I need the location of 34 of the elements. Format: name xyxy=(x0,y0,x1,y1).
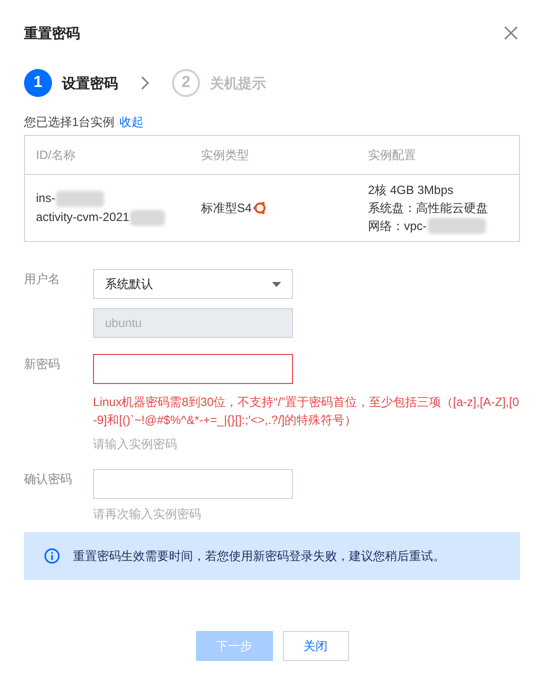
redaction-blur xyxy=(56,190,104,206)
close-button[interactable]: 关闭 xyxy=(282,631,348,661)
ubuntu-logo-icon xyxy=(252,201,267,215)
field-label: 用户名 xyxy=(24,272,60,286)
column-header: ID/名称 xyxy=(36,148,76,162)
column-header: 实例类型 xyxy=(201,148,249,162)
instance-config: 网络：vpc- xyxy=(368,218,427,235)
field-hint: 请输入实例密码 xyxy=(93,436,178,453)
error-message: Linux机器密码需8到30位，不支持“/”置于密码首位，至少包括三项（[a-z],[A-Z],[0-9]和[()`~!@#$%^&*-+=_|{}[]:;'<>,.?/]的特殊符号） xyxy=(93,394,520,429)
instance-id: activity-cvm-2021 xyxy=(36,209,130,226)
caret-icon xyxy=(272,282,281,286)
step-label: 关机提示 xyxy=(210,74,266,92)
instance-config: 2核 4GB 3Mbps xyxy=(368,182,454,199)
step-number: 1 xyxy=(24,69,52,97)
field-label: 新密码 xyxy=(24,357,60,371)
chevron-right-icon xyxy=(140,76,150,90)
redaction-blur xyxy=(130,210,166,226)
instance-id: ins- xyxy=(36,190,56,207)
info-text: 重置密码生效需要时间，若您使用新密码登录失败，建议您稍后重试。 xyxy=(73,548,445,565)
redaction-blur xyxy=(428,218,486,234)
column-header: 实例配置 xyxy=(368,148,416,162)
selection-text: 您已选择1台实例 xyxy=(24,114,115,131)
info-icon xyxy=(44,548,60,564)
collapse-link[interactable]: 收起 xyxy=(120,113,144,131)
dialog-title: 重置密码 xyxy=(24,24,80,42)
username-select[interactable]: 系统默认 xyxy=(93,269,293,299)
instance-type: 标准型S4 xyxy=(201,200,252,217)
field-label: 确认密码 xyxy=(24,472,72,486)
step-label: 设置密码 xyxy=(62,74,118,92)
step-number: 2 xyxy=(172,69,200,97)
password-field[interactable] xyxy=(93,354,293,384)
instance-config: 系统盘：高性能云硬盘 xyxy=(368,200,488,217)
close-icon[interactable] xyxy=(504,26,518,40)
field-hint: 请再次输入实例密码 xyxy=(93,506,202,523)
